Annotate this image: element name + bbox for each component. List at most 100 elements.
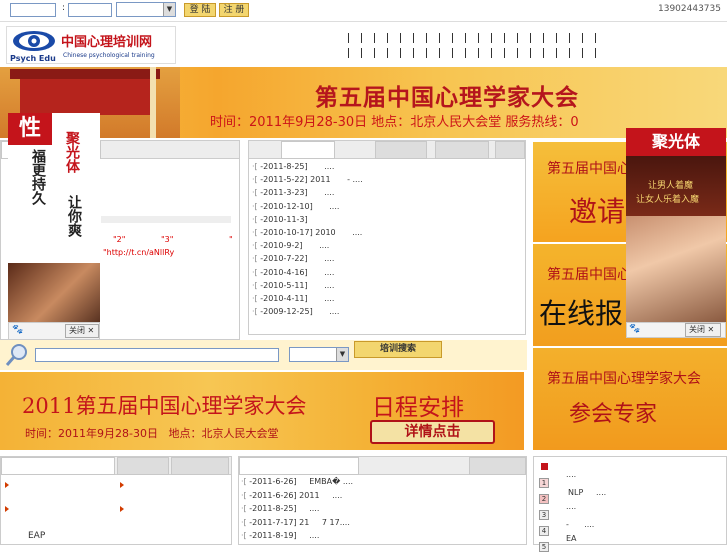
login-type-select[interactable]: ▼ <box>116 2 176 17</box>
ad-slogan-1: 福更持久 <box>30 149 46 205</box>
bottom-left-tab-2[interactable] <box>117 457 169 475</box>
invite-big: 邀请 <box>569 195 626 228</box>
bottom-news-tab-2[interactable] <box>469 457 526 475</box>
schedule-banner[interactable]: 2011第五届中国心理学家大会 日程安排 时间：2011年9月28-30日 地点… <box>0 372 524 450</box>
search-category-select[interactable]: ▼ <box>289 347 349 362</box>
news-row[interactable]: ·[ -2011-5-22] 2011 - .... <box>252 175 363 184</box>
nav-separators <box>348 33 608 46</box>
rank-item[interactable]: EA <box>566 534 577 543</box>
banner2-schedule: 日程安排 <box>372 395 464 421</box>
bottom-news-row[interactable]: ·[ -2011-8-25] .... <box>241 504 319 513</box>
bullet-icon <box>120 482 124 488</box>
ad-badge: 性 <box>8 113 52 145</box>
news-row[interactable]: ·[ -2010-5-11] .... <box>252 281 334 290</box>
register-title: 第五届中国心 <box>547 267 631 283</box>
banner2-title: 2011第五届中国心理学家大会 <box>22 394 307 418</box>
news-row[interactable]: ·[ -2010-7-22] .... <box>252 254 334 263</box>
bottom-left-tabbar <box>1 457 231 475</box>
paw-icon: 🐾 <box>629 324 641 334</box>
bullet-icon <box>5 506 9 512</box>
right-ad-line2: 让女人乐着入魔 <box>636 195 700 205</box>
left-ad-close-button[interactable]: 关闭 ✕ <box>65 324 99 338</box>
quote-2[interactable]: "2" <box>113 235 125 244</box>
bottom-news-row[interactable]: ·[ -2011-6-26] 2011 .... <box>241 491 342 500</box>
bottom-left-tab-3[interactable] <box>171 457 229 475</box>
news-row[interactable]: ·[ -2011-3-23] .... <box>252 188 334 197</box>
banner-title: 第五届中国心理学家大会 <box>315 84 579 111</box>
logo-tagline: Chinese psychological training <box>63 52 155 59</box>
news-row[interactable]: ·[ -2010-10-17] 2010 .... <box>252 228 362 237</box>
news-tab-4[interactable] <box>495 141 525 159</box>
right-ad-photo <box>626 216 726 322</box>
eap-item[interactable]: EAP <box>28 531 45 541</box>
chevron-down-icon: ▼ <box>336 348 348 361</box>
bottom-left-tab-1[interactable] <box>1 457 115 475</box>
news-tab-1[interactable] <box>281 141 335 159</box>
search-bar: ▼ 培训搜索 <box>0 340 527 370</box>
experts-title: 第五届中国心理学家大会 <box>547 371 701 387</box>
bottom-news-tabbar <box>239 457 526 475</box>
invite-title: 第五届中国心 <box>547 161 631 177</box>
news-row[interactable]: ·[ -2010-11-3] <box>252 215 322 224</box>
rank-item[interactable]: - .... <box>566 520 594 529</box>
rank-number: 5 <box>539 542 549 552</box>
bottom-news-tab-1[interactable] <box>239 457 359 475</box>
chevron-down-icon: ▼ <box>163 3 175 16</box>
ad-slogan-2: 让你爽 <box>66 195 82 237</box>
logo-cn: 中国心理培训网 <box>61 35 153 50</box>
site-logo[interactable]: Psych Edu 中国心理培训网 Chinese psychological … <box>6 26 176 64</box>
news-tab-2[interactable] <box>375 141 427 159</box>
scroll-track[interactable] <box>101 216 231 223</box>
rank-number: 2 <box>539 494 549 504</box>
rank-item[interactable]: .... <box>566 502 576 511</box>
search-input[interactable] <box>35 348 279 362</box>
left-floating-ad[interactable]: 性 聚光体 福更持久 让你爽 <box>8 113 100 340</box>
register-button[interactable]: 注 册 <box>219 3 249 17</box>
news-row[interactable]: ·[ -2009-12-25] .... <box>252 307 339 316</box>
bullet-icon <box>120 506 124 512</box>
experts-big: 参会专家 <box>569 402 658 427</box>
news-row[interactable]: ·[ -2010-12-10] .... <box>252 202 339 211</box>
bottom-news-row[interactable]: ·[ -2011-7-17] 21 7 17.... <box>241 518 350 527</box>
banner-subtitle: 时间：2011年9月28-30日 地点：北京人民大会堂 服务热线：0 <box>210 115 579 130</box>
detail-button[interactable]: 详情点击 <box>370 420 495 444</box>
square-bullet-icon <box>541 463 548 470</box>
news-row[interactable]: ·[ -2010-4-16] .... <box>252 268 334 277</box>
bottom-news-row[interactable]: ·[ -2011-6-26] EMBA� .... <box>241 477 353 486</box>
news-row[interactable]: ·[ -2010-9-2] .... <box>252 241 329 250</box>
eye-icon <box>13 31 55 51</box>
experts-box[interactable]: 第五届中国心理学家大会 参会专家 <box>533 348 727 450</box>
right-floating-ad[interactable]: 聚光体 让男人着魔 让女人乐着入魔 🐾 关闭 ✕ <box>626 128 726 338</box>
rank-number: 1 <box>539 478 549 488</box>
login-button[interactable]: 登 陆 <box>184 3 216 17</box>
rank-item[interactable]: .... <box>566 470 576 479</box>
weibo-link[interactable]: "http://t.cn/aNllRy <box>103 248 174 257</box>
quote-3[interactable]: "3" <box>161 235 173 244</box>
news-row[interactable]: ·[ -2010-4-11] .... <box>252 294 334 303</box>
right-ad-line1: 让男人着魔 <box>648 181 694 191</box>
bullet-icon <box>5 482 9 488</box>
password-input[interactable] <box>68 3 112 17</box>
quote-mark: " <box>229 235 233 244</box>
ad-product: 聚光体 <box>64 131 80 173</box>
username-input[interactable] <box>10 3 56 17</box>
right-ad-close-button[interactable]: 关闭 ✕ <box>685 323 721 337</box>
bottom-right-panel <box>533 456 727 545</box>
logo-en: Psych Edu <box>10 54 56 63</box>
magnifier-icon <box>5 344 27 366</box>
separator: : <box>62 3 66 13</box>
top-login-bar: : ▼ 登 陆 注 册 13902443735 <box>0 0 727 22</box>
left-ad-footer: 🐾 关闭 ✕ <box>8 322 100 340</box>
rank-item[interactable]: NLP .... <box>568 488 606 497</box>
rank-number: 3 <box>539 510 549 520</box>
hotline-phone: 13902443735 <box>658 4 721 14</box>
search-button[interactable]: 培训搜索 <box>354 341 442 358</box>
banner2-info: 时间：2011年9月28-30日 地点：北京人民大会堂 <box>25 427 279 440</box>
bottom-news-row[interactable]: ·[ -2011-8-19] .... <box>241 531 319 540</box>
nav-separators-2 <box>348 48 608 61</box>
news-row[interactable]: ·[ -2011-8-25] .... <box>252 162 334 171</box>
news-tab-3[interactable] <box>435 141 489 159</box>
rank-number: 4 <box>539 526 549 536</box>
paw-icon: 🐾 <box>12 325 24 335</box>
bottom-left-panel: EAP <box>0 456 232 545</box>
